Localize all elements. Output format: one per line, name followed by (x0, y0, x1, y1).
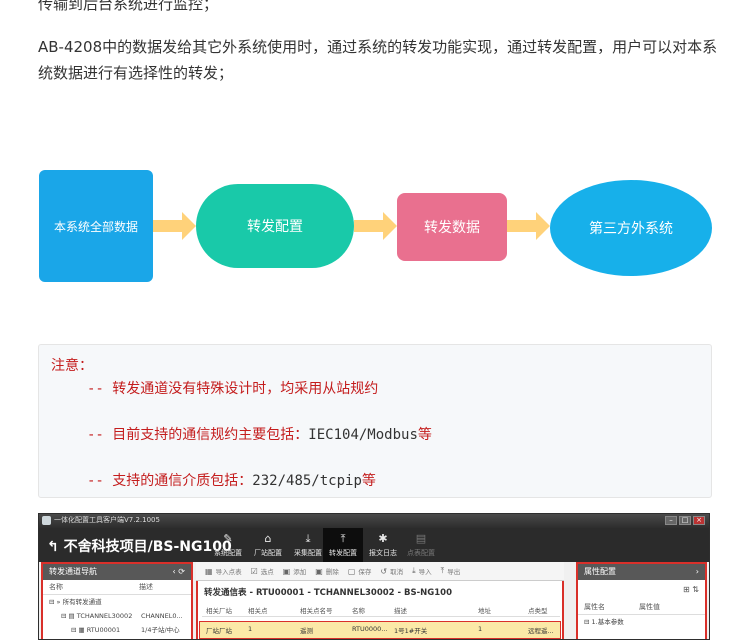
home-icon: ⌂ (264, 532, 272, 545)
nav-system-config[interactable]: ✎ 系统配置 (208, 528, 248, 562)
right-panel-title: 属性配置 › (578, 564, 705, 580)
nav-log[interactable]: ✱ 报文日志 (363, 528, 403, 562)
table-title: 转发通信表 - RTU00001 - TCHANNEL30002 - BS-NG… (204, 588, 452, 598)
expand-icon[interactable]: › (696, 564, 699, 580)
save-button[interactable]: ▢ 保存 (348, 566, 372, 577)
tree-item[interactable]: ⊟ » 所有转发通道 (43, 595, 191, 609)
node-third-party: 第三方外系统 (550, 180, 712, 276)
nav-station-config[interactable]: ⌂ 厂站配置 (248, 528, 288, 562)
project-title: ↰ 不舍科技项目/BS-NG100 (47, 539, 232, 555)
bug-icon: ✱ (378, 532, 388, 545)
add-button[interactable]: ▣ 添加 (283, 566, 307, 577)
node-all-data: 本系统全部数据 (39, 170, 153, 282)
main-toolbar: ▦ 导入点表 ☑ 选点 ▣ 添加 ▣ 删除 ▢ 保存 ↺ 取消 ⤓ 导入 ⤒ 导出 (196, 562, 564, 581)
nav-forward-config[interactable]: ⤒ 转发配置 (323, 528, 363, 562)
left-panel-title: 转发通道导航 ‹ ⟳ (43, 564, 191, 580)
left-panel: 转发通道导航 ‹ ⟳ 名称 描述 ⊟ » 所有转发通道 ⊟ ▤ TCHANNEL30… (41, 562, 193, 639)
export-button[interactable]: ⤒ 导出 (441, 566, 461, 576)
select-points-button[interactable]: ☑ 选点 (251, 566, 274, 577)
table-row[interactable]: 厂站厂站 1 遥测 RTU0000... 1号1#开关 1 远程遥... (199, 621, 561, 639)
arrow-2 (354, 212, 397, 240)
property-tools[interactable]: ⊞ ⇅ (578, 580, 705, 600)
maximize-icon[interactable]: □ (679, 516, 691, 525)
table-header: 相关厂站 相关点 相关点名号 名称 描述 地址 点类型 (202, 602, 560, 617)
main-content: 转发通信表 - RTU00001 - TCHANNEL30002 - BS-NG… (196, 580, 564, 639)
left-panel-tools[interactable]: ‹ ⟳ (173, 564, 185, 580)
app-header: ↰ 不舍科技项目/BS-NG100 ✎ 系统配置 ⌂ 厂站配置 ⤓ 采集配置 ⤒ 转发配… (39, 528, 709, 562)
import-points-button[interactable]: ▦ 导入点表 (205, 566, 242, 577)
app-logo-icon (42, 516, 51, 525)
delete-button[interactable]: ▣ 删除 (315, 566, 339, 577)
tree-item[interactable]: ⊟ ▦ RTU00001 1/4子站/中心 (43, 623, 191, 637)
flow-diagram: 本系统全部数据 转发配置 转发数据 第三方外系统 (0, 0, 750, 320)
left-panel-columns: 名称 描述 (43, 580, 191, 595)
app-screenshot: 一体化配置工具客户端V7.2.1005 – □ × ↰ 不舍科技项目/BS-NG… (38, 513, 710, 640)
wrench-icon: ✎ (223, 532, 233, 545)
node-forward-config: 转发配置 (196, 184, 354, 268)
minimize-icon[interactable]: – (665, 516, 677, 525)
arrow-3 (507, 212, 550, 240)
close-icon[interactable]: × (693, 516, 705, 525)
right-panel: 属性配置 › ⊞ ⇅ 属性名 属性值 ⊟ 1.基本参数 (576, 562, 707, 639)
note-block: 注意： -- 转发通道没有特殊设计时，均采用从站规约 -- 目前支持的通信规约主… (38, 344, 712, 498)
note-item-2: -- 目前支持的通信规约主要包括：IEC104/Modbus等 (87, 427, 432, 443)
window-title: 一体化配置工具客户端V7.2.1005 (54, 516, 160, 524)
note-item-3: -- 支持的通信介质包括：232/485/tcpip等 (87, 473, 376, 489)
tree-item[interactable]: ⊟ ▤ TCHANNEL30002 CHANNEL0... (43, 609, 191, 623)
cancel-button[interactable]: ↺ 取消 (380, 566, 403, 577)
window-titlebar: 一体化配置工具客户端V7.2.1005 – □ × (39, 514, 709, 528)
download-icon: ⤓ (305, 532, 311, 545)
node-forward-data: 转发数据 (397, 193, 507, 261)
file-icon: ▤ (415, 532, 427, 545)
upload-icon: ⤒ (340, 532, 346, 545)
nav-point-config[interactable]: ▤ 点表配置 (401, 528, 441, 562)
channel-tree: ⊟ » 所有转发通道 ⊟ ▤ TCHANNEL30002 CHANNEL0... … (43, 595, 191, 637)
property-columns: 属性名 属性值 (578, 600, 705, 615)
property-list: ⊟ 1.基本参数 (578, 615, 705, 629)
nav-collect-config[interactable]: ⤓ 采集配置 (288, 528, 328, 562)
note-title: 注意： (51, 358, 93, 374)
property-group[interactable]: ⊟ 1.基本参数 (584, 615, 705, 629)
note-item-1: -- 转发通道没有特殊设计时，均采用从站规约 (87, 381, 379, 397)
import-button[interactable]: ⤓ 导入 (412, 566, 432, 576)
arrow-1 (153, 212, 196, 240)
